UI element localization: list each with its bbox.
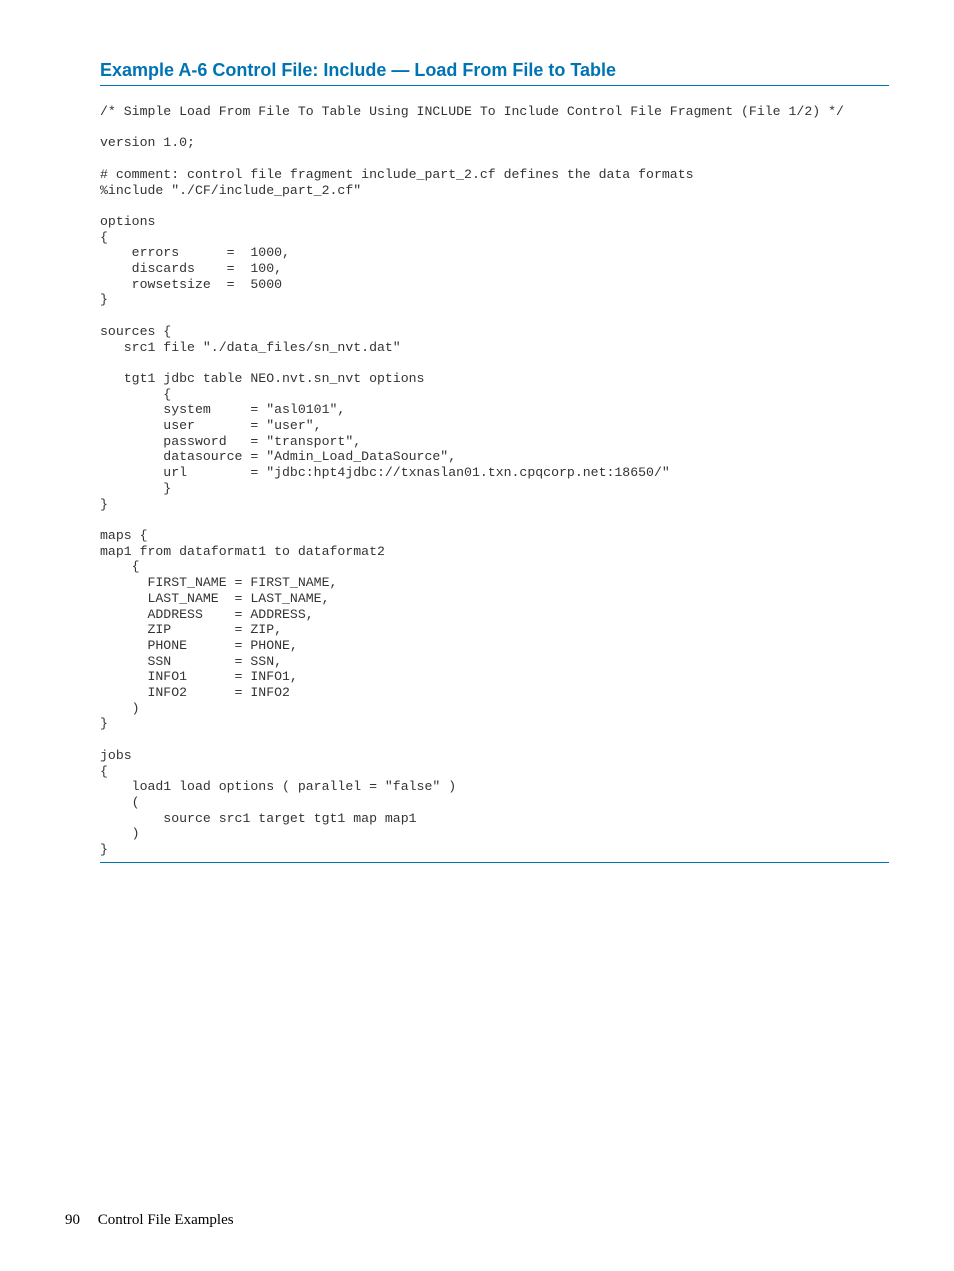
document-page: Example A-6 Control File: Include — Load… (0, 0, 954, 1271)
code-block: /* Simple Load From File To Table Using … (100, 104, 889, 858)
page-number: 90 (65, 1212, 80, 1228)
example-heading: Example A-6 Control File: Include — Load… (100, 60, 889, 81)
heading-rule-bottom (100, 862, 889, 863)
page-footer: 90 Control File Examples (65, 1212, 234, 1229)
section-title: Control File Examples (98, 1212, 234, 1228)
heading-rule-top (100, 85, 889, 86)
